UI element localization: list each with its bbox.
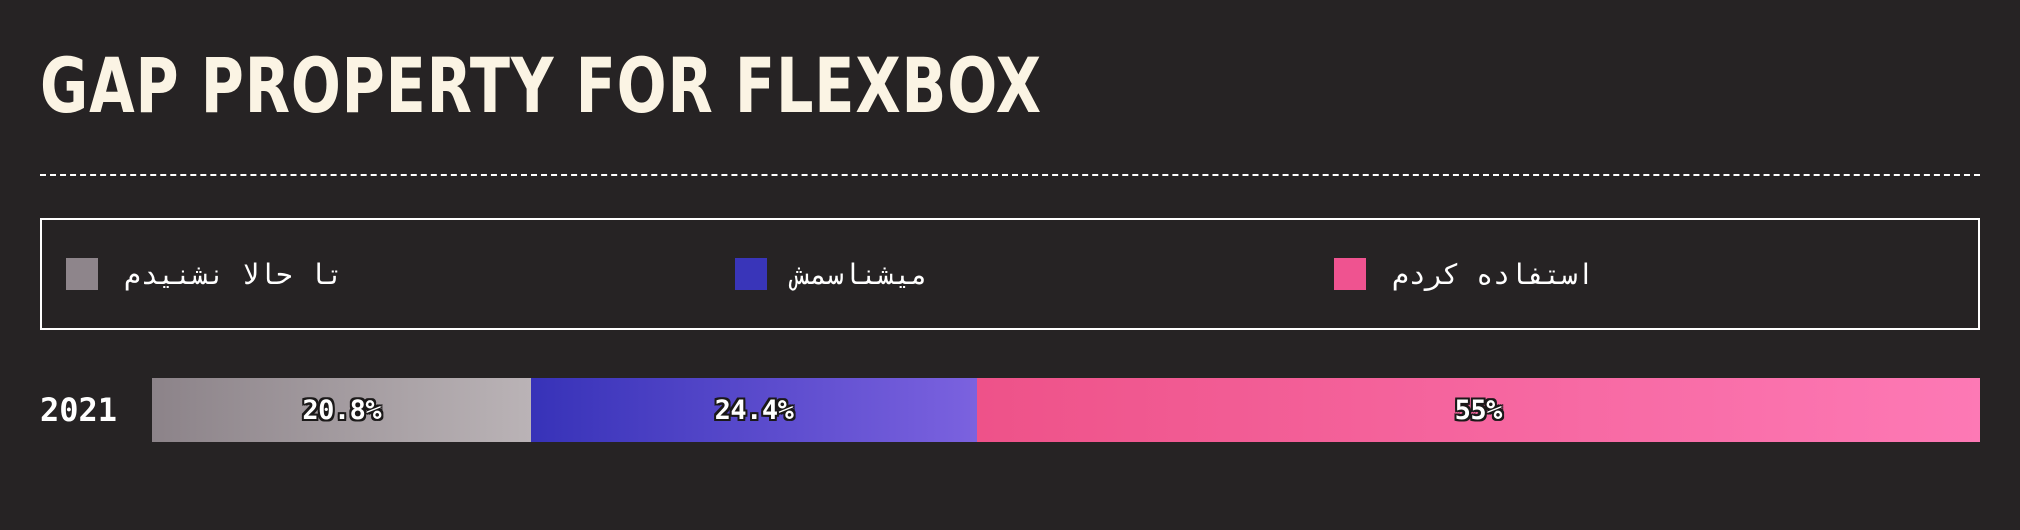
- dashed-divider: [40, 174, 1980, 176]
- legend-swatch-used-it: [1334, 258, 1366, 290]
- bar-value-label: 55%: [1454, 394, 1503, 426]
- bar-value-label: 20.8%: [302, 394, 382, 426]
- chart-title: GAP PROPERTY FOR FLEXBOX: [40, 41, 1042, 130]
- bar-segment-never-heard: 20.8%: [152, 378, 532, 442]
- bar-segment-used-it: 55%: [976, 378, 1980, 442]
- legend-item-never-heard: تا حالا نشنیدم: [66, 220, 343, 328]
- legend-item-used-it: استفاده کردم: [1334, 220, 1594, 328]
- legend-swatch-know-it: [735, 258, 767, 290]
- legend-item-know-it: میشناسمش: [735, 220, 928, 328]
- legend-swatch-never-heard: [66, 258, 98, 290]
- bar-value-label: 24.4%: [714, 394, 794, 426]
- legend-label-know-it: میشناسمش: [793, 257, 928, 291]
- chart-legend: تا حالا نشنیدم میشناسمش استفاده کردم: [40, 218, 1980, 330]
- stacked-bar: 20.8% 24.4% 55%: [152, 378, 1980, 442]
- legend-label-never-heard: تا حالا نشنیدم: [124, 257, 344, 291]
- legend-label-used-it: استفاده کردم: [1392, 257, 1595, 291]
- bar-segment-know-it: 24.4%: [531, 378, 977, 442]
- bar-row-label: 2021: [40, 391, 118, 429]
